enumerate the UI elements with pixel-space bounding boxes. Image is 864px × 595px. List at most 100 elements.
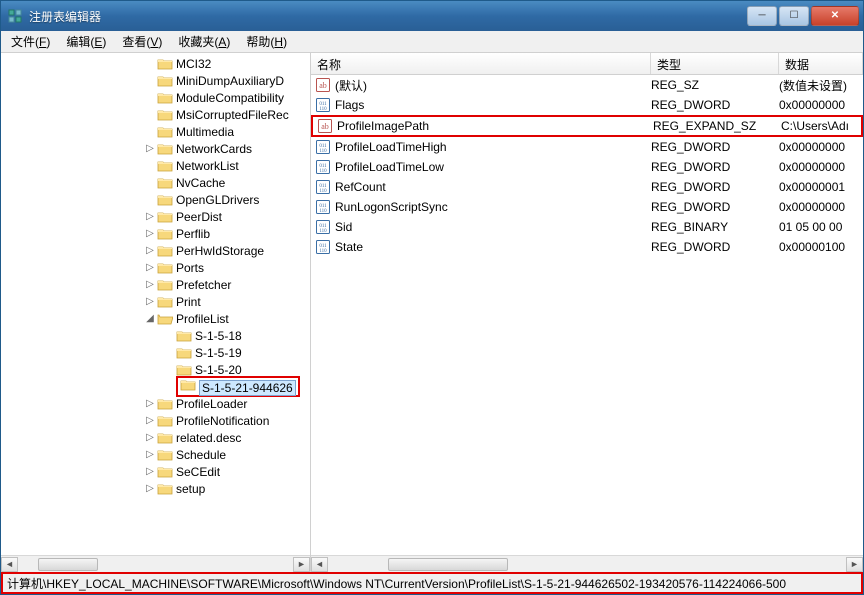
list-pane[interactable]: 名称 类型 数据 (默认)REG_SZ(数值未设置) Flags REG_DWORD…: [311, 53, 863, 572]
tree-item[interactable]: ◢ProfileList: [1, 310, 310, 327]
tree-item-label: ProfileLoader: [176, 397, 247, 411]
tree-toggle-icon[interactable]: ◢: [144, 313, 156, 324]
tree-item[interactable]: OpenGLDrivers: [1, 191, 310, 208]
value-name: (默认): [335, 77, 367, 94]
scroll-track[interactable]: [18, 557, 293, 572]
tree-item[interactable]: MsiCorruptedFileRec: [1, 106, 310, 123]
value-name: Flags: [335, 98, 364, 112]
cell-data: 01 05 00 00: [779, 220, 863, 234]
scroll-right-button[interactable]: ►: [293, 557, 310, 572]
tree-item[interactable]: MiniDumpAuxiliaryD: [1, 72, 310, 89]
tree-toggle-icon[interactable]: ▷: [144, 279, 156, 290]
string-value-icon: [315, 77, 331, 93]
folder-icon: [157, 108, 173, 122]
column-header-type[interactable]: 类型: [651, 53, 779, 74]
tree-toggle-icon[interactable]: ▷: [144, 432, 156, 443]
tree-toggle-icon[interactable]: ▷: [144, 245, 156, 256]
folder-icon: [157, 57, 173, 71]
cell-type: REG_DWORD: [651, 160, 779, 174]
tree-item[interactable]: ▷Schedule: [1, 446, 310, 463]
list-row[interactable]: ProfileImagePathREG_EXPAND_SZC:\Users\Ad…: [311, 115, 863, 137]
tree-item[interactable]: ▷PerHwIdStorage: [1, 242, 310, 259]
tree-toggle-icon[interactable]: ▷: [144, 483, 156, 494]
list-row[interactable]: ProfileLoadTimeLowREG_DWORD0x00000000: [311, 157, 863, 177]
menu-e[interactable]: 编辑(E): [58, 31, 114, 52]
folder-icon: [157, 74, 173, 88]
string-value-icon: [317, 118, 333, 134]
folder-icon: [180, 378, 196, 392]
tree-item[interactable]: ▷ Prefetcher: [1, 276, 310, 293]
tree-item-label: Prefetcher: [176, 278, 231, 292]
cell-name: ProfileLoadTimeLow: [311, 159, 651, 175]
column-header-name[interactable]: 名称: [311, 53, 651, 74]
minimize-button[interactable]: ─: [747, 6, 777, 26]
tree-item[interactable]: ModuleCompatibility: [1, 89, 310, 106]
cell-name: ProfileImagePath: [313, 118, 653, 134]
tree-item-label: MsiCorruptedFileRec: [176, 108, 289, 122]
scroll-thumb[interactable]: [38, 558, 98, 571]
cell-data: C:\Users\Adı: [781, 119, 861, 133]
tree-item-label: Perflib: [176, 227, 210, 241]
tree-item[interactable]: ▷related.desc: [1, 429, 310, 446]
tree-toggle-icon[interactable]: ▷: [144, 211, 156, 222]
tree-item[interactable]: ▷Ports: [1, 259, 310, 276]
tree-toggle-icon[interactable]: ▷: [144, 296, 156, 307]
tree-item[interactable]: Multimedia: [1, 123, 310, 140]
binary-value-icon: [315, 159, 331, 175]
list-row[interactable]: RefCountREG_DWORD0x00000001: [311, 177, 863, 197]
tree-toggle-icon[interactable]: ▷: [144, 449, 156, 460]
tree-item[interactable]: ▷SeCEdit: [1, 463, 310, 480]
tree-item[interactable]: S-1-5-19: [1, 344, 310, 361]
list-row[interactable]: ProfileLoadTimeHighREG_DWORD0x00000000: [311, 137, 863, 157]
tree-item[interactable]: NvCache: [1, 174, 310, 191]
tree-item[interactable]: S-1-5-21-944626: [1, 378, 310, 395]
list-hscrollbar[interactable]: ◄ ►: [311, 555, 863, 572]
tree-item[interactable]: ▷NetworkCards: [1, 140, 310, 157]
tree-item[interactable]: ▷ProfileNotification: [1, 412, 310, 429]
scroll-right-button[interactable]: ►: [846, 557, 863, 572]
list-row[interactable]: FlagsREG_DWORD0x00000000: [311, 95, 863, 115]
value-name: Sid: [335, 220, 352, 234]
tree-hscrollbar[interactable]: ◄ ►: [1, 555, 310, 572]
tree-item-label: OpenGLDrivers: [176, 193, 259, 207]
folder-icon: [157, 431, 173, 445]
tree-item[interactable]: ▷setup: [1, 480, 310, 497]
menu-h[interactable]: 帮助(H): [238, 31, 295, 52]
list-header: 名称 类型 数据: [311, 53, 863, 75]
tree-item[interactable]: ▷ Perflib: [1, 225, 310, 242]
scroll-left-button[interactable]: ◄: [311, 557, 328, 572]
tree-toggle-icon[interactable]: ▷: [144, 415, 156, 426]
titlebar[interactable]: 注册表编辑器 ─ ☐ ✕: [1, 1, 863, 31]
maximize-button[interactable]: ☐: [779, 6, 809, 26]
tree-item[interactable]: ▷ ProfileLoader: [1, 395, 310, 412]
cell-type: REG_DWORD: [651, 98, 779, 112]
menu-a[interactable]: 收藏夹(A): [170, 31, 238, 52]
tree-item[interactable]: S-1-5-18: [1, 327, 310, 344]
menu-f[interactable]: 文件(F): [3, 31, 58, 52]
scroll-track[interactable]: [328, 557, 846, 572]
scroll-thumb[interactable]: [388, 558, 508, 571]
tree-toggle-icon[interactable]: ▷: [144, 143, 156, 154]
cell-name: ProfileLoadTimeHigh: [311, 139, 651, 155]
scroll-left-button[interactable]: ◄: [1, 557, 18, 572]
tree-item[interactable]: NetworkList: [1, 157, 310, 174]
tree-toggle-icon[interactable]: ▷: [144, 228, 156, 239]
cell-name: Sid: [311, 219, 651, 235]
tree-toggle-icon[interactable]: ▷: [144, 398, 156, 409]
column-header-data[interactable]: 数据: [779, 53, 863, 74]
tree-pane[interactable]: MCI32MiniDumpAuxiliaryDModuleCompatibili…: [1, 53, 311, 572]
tree-item[interactable]: ▷ Print: [1, 293, 310, 310]
list-row[interactable]: (默认)REG_SZ(数值未设置): [311, 75, 863, 95]
tree-toggle-icon[interactable]: ▷: [144, 262, 156, 273]
close-button[interactable]: ✕: [811, 6, 859, 26]
tree-item[interactable]: ▷PeerDist: [1, 208, 310, 225]
list-row[interactable]: StateREG_DWORD0x00000100: [311, 237, 863, 257]
folder-icon: [176, 329, 192, 343]
cell-name: Flags: [311, 97, 651, 113]
list-row[interactable]: SidREG_BINARY01 05 00 00: [311, 217, 863, 237]
list-row[interactable]: RunLogonScriptSyncREG_DWORD0x00000000: [311, 197, 863, 217]
tree-item-label: Print: [176, 295, 201, 309]
menu-v[interactable]: 查看(V): [114, 31, 170, 52]
tree-item[interactable]: MCI32: [1, 55, 310, 72]
tree-toggle-icon[interactable]: ▷: [144, 466, 156, 477]
